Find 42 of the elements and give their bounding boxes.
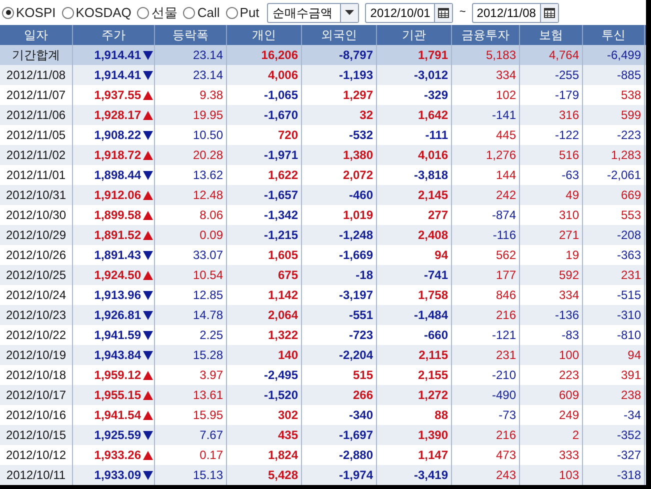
table-cell-text: 1,891.52 (93, 227, 142, 244)
table-cell-text: 1,891.43 (93, 247, 142, 264)
table-cell: -3,419 (377, 465, 452, 485)
market-radio[interactable]: KOSDAQ (62, 2, 132, 22)
caret-icon (345, 10, 354, 15)
table-cell-text: 1,928.17 (93, 107, 142, 124)
market-radio[interactable]: Put (226, 2, 260, 22)
table-cell-text: 1,941.54 (93, 407, 142, 424)
table-cell-text: 1,914.41 (93, 67, 142, 84)
start-date-field[interactable]: 2012/10/01 (365, 2, 454, 22)
table-cell: 5,428 (227, 465, 302, 485)
end-date-field[interactable]: 2012/11/08 (472, 2, 559, 22)
table-cell-text: 1,926.81 (93, 307, 142, 324)
table-cell-text: 1,959.12 (93, 367, 142, 384)
table-cell-text: 1,943.84 (93, 347, 142, 364)
table-cell-text: 1,898.44 (93, 167, 142, 184)
table-cell-text: 1,914.41 (93, 47, 142, 64)
range-separator: ~ (459, 5, 466, 20)
table-cell-text: 1,955.15 (93, 387, 142, 404)
market-radio[interactable]: 선물 (137, 2, 178, 22)
table-cell: -318 (583, 465, 645, 485)
table-cell-text: 1,908.22 (93, 127, 142, 144)
table-cell-text: 1,912.06 (93, 187, 142, 204)
table-cell: 243 (452, 465, 520, 485)
table-cell: 2012/10/11 (0, 465, 73, 485)
table-cell-text: 1,925.59 (93, 427, 142, 444)
table-cell-text: 1,918.72 (93, 147, 142, 164)
measure-dropdown[interactable]: 순매수금액 (267, 2, 360, 22)
calendar-icon[interactable] (540, 4, 558, 22)
table-cell-text: 1,933.09 (93, 467, 142, 484)
table-cell: 15.13 (155, 465, 227, 485)
table-cell-text: 1,913.96 (93, 287, 142, 304)
table-cell-text: 1,899.58 (93, 207, 142, 224)
market-radio[interactable]: Call (183, 2, 220, 22)
calendar-icon[interactable] (434, 4, 452, 22)
table-cell: 103 (520, 465, 583, 485)
table-cell-text: 1,937.55 (93, 87, 142, 104)
table-cell-text: 1,933.26 (93, 447, 142, 464)
table-cell-text: 1,924.50 (93, 267, 142, 284)
table-cell-text: 1,941.59 (93, 327, 142, 344)
market-radio[interactable]: KOSPI (2, 2, 56, 22)
table-cell: -1,974 (302, 465, 377, 485)
